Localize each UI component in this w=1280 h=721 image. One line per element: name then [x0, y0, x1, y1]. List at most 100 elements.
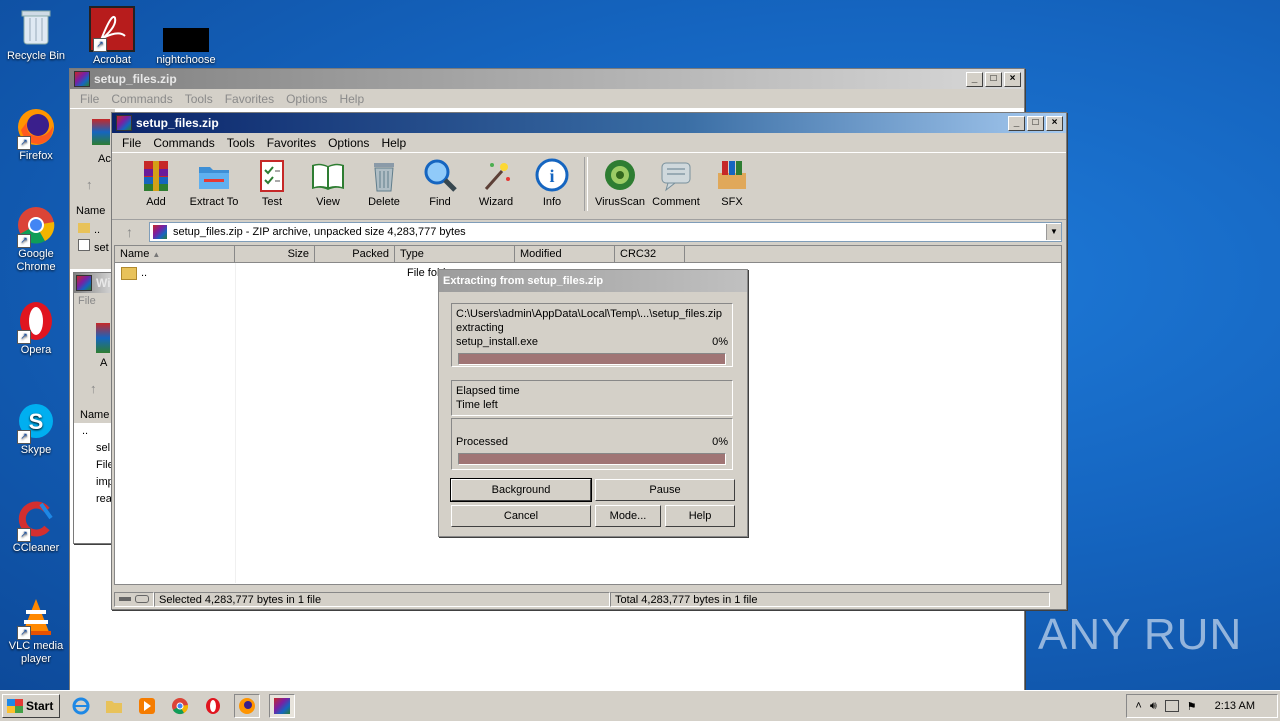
- minimize-button[interactable]: _: [1008, 115, 1025, 131]
- menu-favorites[interactable]: Favorites: [219, 92, 280, 106]
- info-button[interactable]: i Info: [524, 157, 580, 208]
- list-item[interactable]: ..: [82, 425, 88, 437]
- column-modified[interactable]: Modified: [515, 246, 615, 262]
- close-button[interactable]: ×: [1046, 115, 1063, 131]
- volume-icon[interactable]: 🔊︎: [1150, 700, 1157, 713]
- find-button[interactable]: Find: [412, 157, 468, 208]
- vlc-icon: ↗: [15, 596, 57, 640]
- archive-path: C:\Users\admin\AppData\Local\Temp\...\se…: [456, 308, 722, 320]
- clock[interactable]: 2:13 AM: [1215, 700, 1255, 712]
- maximize-button[interactable]: □: [1027, 115, 1044, 131]
- desktop-icon-ccleaner[interactable]: ↗ CCleaner: [4, 498, 68, 555]
- sfx-button[interactable]: SFX: [704, 157, 760, 208]
- acrobat-icon: ↗: [89, 6, 135, 52]
- menu-options[interactable]: Options: [280, 92, 333, 106]
- list-item[interactable]: ..: [78, 223, 100, 236]
- status-bar: Selected 4,283,777 bytes in 1 file Total…: [114, 590, 1062, 608]
- delete-icon: [374, 163, 394, 192]
- extract-dialog[interactable]: Extracting from setup_files.zip C:\Users…: [438, 269, 748, 537]
- up-arrow-icon[interactable]: ↑: [90, 381, 97, 396]
- time-group: Elapsed time Time left: [451, 380, 733, 416]
- winrar-icon: [76, 275, 92, 291]
- desktop-icon-skype[interactable]: S ↗ Skype: [4, 400, 68, 457]
- column-size[interactable]: Size: [235, 246, 315, 262]
- desktop-icon-acrobat[interactable]: ↗ Acrobat: [80, 6, 144, 67]
- delete-button[interactable]: Delete: [356, 157, 412, 208]
- winrar-icon: [116, 115, 132, 131]
- file-icon: [78, 239, 90, 251]
- menu-help[interactable]: Help: [333, 92, 370, 106]
- key-icon: [135, 595, 149, 603]
- list-item[interactable]: sel: [96, 442, 110, 454]
- comment-button[interactable]: Comment: [648, 157, 704, 208]
- desktop-icon-recycle-bin[interactable]: Recycle Bin: [4, 6, 68, 63]
- media-player-icon[interactable]: [135, 695, 159, 717]
- extract-to-button[interactable]: Extract To: [184, 157, 244, 208]
- elapsed-label: Elapsed time: [456, 385, 520, 397]
- menu-help[interactable]: Help: [375, 136, 412, 150]
- column-packed[interactable]: Packed: [315, 246, 395, 262]
- chevron-up-icon[interactable]: ˄: [1135, 700, 1141, 712]
- comment-icon: [661, 162, 691, 192]
- up-arrow-icon[interactable]: ↑: [126, 224, 133, 240]
- main-window-titlebar[interactable]: setup_files.zip _ □ ×: [112, 113, 1066, 133]
- maximize-button[interactable]: □: [985, 71, 1002, 87]
- column-type[interactable]: Type: [395, 246, 515, 262]
- minimize-button[interactable]: _: [966, 71, 983, 87]
- desktop-icon-chrome[interactable]: ↗ Google Chrome: [4, 204, 68, 274]
- column-name[interactable]: Name: [80, 409, 109, 421]
- menu-file[interactable]: File: [74, 293, 114, 309]
- address-field[interactable]: setup_files.zip - ZIP archive, unpacked …: [149, 222, 1062, 242]
- network-icon[interactable]: [1164, 700, 1179, 712]
- desktop-icon-firefox[interactable]: ↗ Firefox: [4, 106, 68, 163]
- list-item[interactable]: set: [78, 239, 109, 254]
- menu-favorites[interactable]: Favorites: [261, 136, 322, 150]
- menu-options[interactable]: Options: [322, 136, 375, 150]
- firefox-taskbar-icon[interactable]: [234, 694, 261, 718]
- skype-icon: S ↗: [15, 400, 57, 444]
- menu-file[interactable]: File: [74, 92, 105, 106]
- list-item[interactable]: rea: [96, 493, 112, 505]
- start-button[interactable]: Start: [2, 694, 61, 718]
- ie-icon[interactable]: [69, 695, 93, 717]
- column-name[interactable]: Name: [76, 205, 105, 217]
- chevron-down-icon[interactable]: ▼: [1046, 224, 1061, 240]
- menu-file[interactable]: File: [116, 136, 147, 150]
- windows-logo-icon: [7, 699, 23, 713]
- add-button[interactable]: Add: [128, 157, 184, 208]
- explorer-icon[interactable]: [102, 695, 126, 717]
- wizard-button[interactable]: Wizard: [468, 157, 524, 208]
- menu-tools[interactable]: Tools: [221, 136, 261, 150]
- winrar-taskbar-icon[interactable]: [269, 694, 296, 718]
- menu-tools[interactable]: Tools: [179, 92, 219, 106]
- view-button[interactable]: View: [300, 157, 356, 208]
- chrome-taskbar-icon[interactable]: [168, 695, 192, 717]
- column-name[interactable]: Name ▲: [115, 246, 235, 262]
- close-button[interactable]: ×: [1004, 71, 1021, 87]
- virusscan-button[interactable]: VirusScan: [592, 157, 648, 208]
- test-button[interactable]: Test: [244, 157, 300, 208]
- opera-icon: ↗: [15, 300, 57, 344]
- flag-icon[interactable]: ⚑: [1187, 700, 1197, 713]
- processed-progress-bar: [458, 453, 726, 465]
- desktop-icon-vlc[interactable]: ↗ VLC media player: [4, 596, 68, 666]
- menu-commands[interactable]: Commands: [147, 136, 220, 150]
- column-crc32[interactable]: CRC32: [615, 246, 685, 262]
- background-button[interactable]: Background: [450, 478, 592, 502]
- menu-commands[interactable]: Commands: [105, 92, 178, 106]
- back-window-titlebar[interactable]: setup_files.zip _ □ ×: [70, 69, 1024, 89]
- dialog-title[interactable]: Extracting from setup_files.zip: [439, 270, 747, 292]
- cancel-button[interactable]: Cancel: [451, 505, 591, 527]
- firefox-icon: ↗: [15, 106, 57, 150]
- up-arrow-icon[interactable]: ↑: [86, 177, 93, 192]
- opera-taskbar-icon[interactable]: [201, 695, 225, 717]
- mode-button[interactable]: Mode...: [595, 505, 661, 527]
- view-icon: [312, 163, 344, 190]
- help-button[interactable]: Help: [665, 505, 735, 527]
- desktop-icon-nightchoose[interactable]: nightchoose: [154, 6, 218, 67]
- back-window-2[interactable]: Wi File A ↑ Name .. sel File imp rea: [73, 272, 115, 544]
- action-label: extracting: [456, 322, 504, 334]
- desktop-icon-opera[interactable]: ↗ Opera: [4, 300, 68, 357]
- extract-to-icon: [199, 167, 229, 189]
- pause-button[interactable]: Pause: [595, 479, 735, 501]
